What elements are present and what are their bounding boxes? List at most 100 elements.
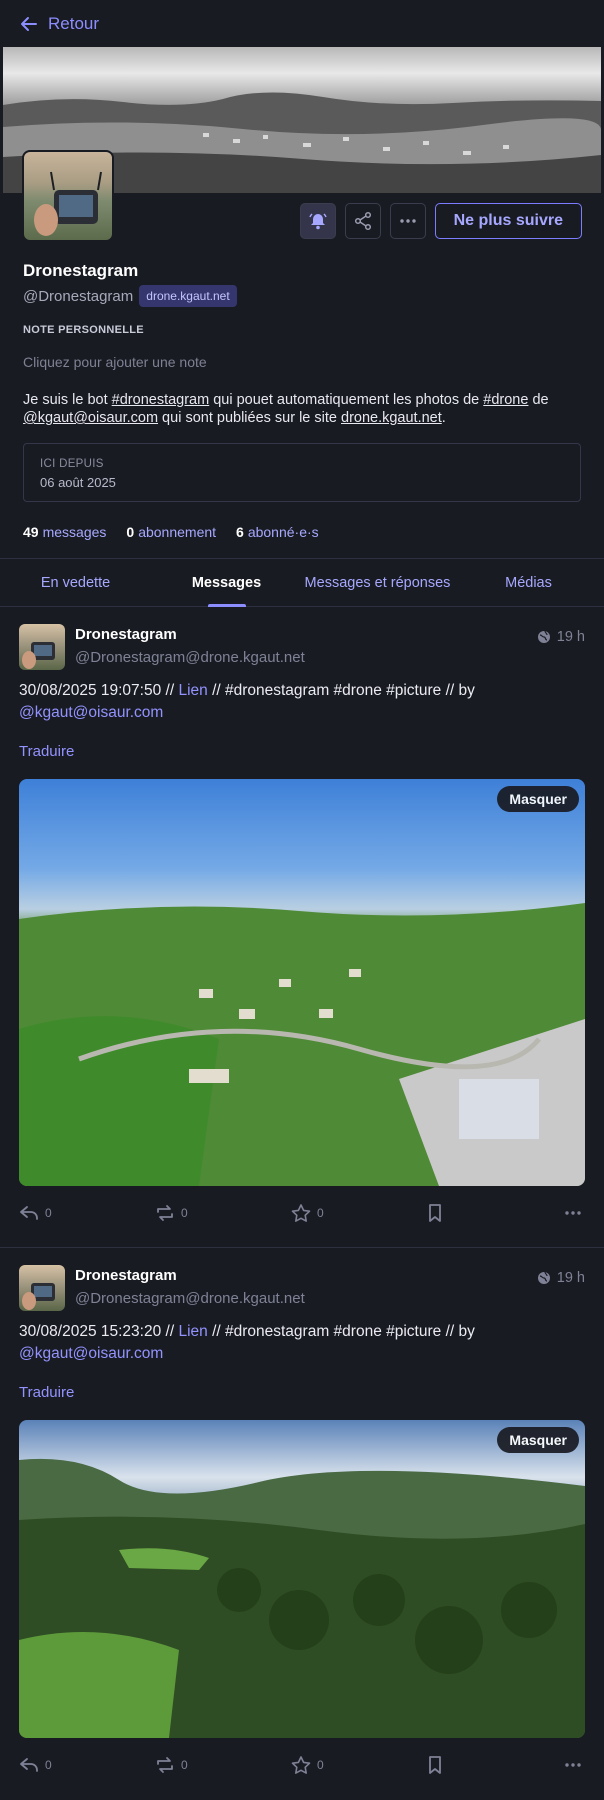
mention-link[interactable]: @kgaut@oisaur.com xyxy=(23,410,158,426)
tab-posts[interactable]: Messages xyxy=(151,559,302,606)
tab-media[interactable]: Médias xyxy=(453,559,604,606)
star-icon xyxy=(291,1756,311,1774)
profile-tabs: En vedette Messages Messages et réponses… xyxy=(0,558,604,607)
bell-ring-icon xyxy=(308,213,327,230)
top-bar: Retour xyxy=(0,0,604,47)
bookmark-icon xyxy=(429,1204,441,1222)
translate-button[interactable]: Traduire xyxy=(19,1384,74,1401)
boost-count: 0 xyxy=(181,1206,188,1220)
hashtag-link[interactable]: #dronestagram xyxy=(112,392,210,408)
domain-badge[interactable]: drone.kgaut.net xyxy=(139,285,237,307)
personal-note-label: NOTE PERSONNELLE xyxy=(23,324,144,336)
profile-handle-row: @Dronestagram drone.kgaut.net xyxy=(23,285,237,307)
post[interactable]: Dronestagram @Dronestagram@drone.kgaut.n… xyxy=(0,1249,604,1800)
favourite-count: 0 xyxy=(317,1206,324,1220)
post-avatar[interactable] xyxy=(19,624,65,670)
post-text: 30/08/2025 15:23:20 // xyxy=(19,1323,179,1340)
post-text: 30/08/2025 19:07:50 // xyxy=(19,682,179,699)
post-time[interactable]: 19 h xyxy=(557,1270,585,1286)
post-author-name[interactable]: Dronestagram xyxy=(75,1267,177,1284)
post-more-button[interactable] xyxy=(563,1204,583,1222)
post-author-handle: @Dronestagram@drone.kgaut.net xyxy=(75,649,305,666)
post-link[interactable]: Lien xyxy=(178,1323,207,1340)
post-content: 30/08/2025 15:23:20 // Lien // #dronesta… xyxy=(19,1321,579,1365)
following-count-label: abonnement xyxy=(138,524,217,540)
reply-button[interactable]: 0 xyxy=(19,1204,52,1222)
reply-icon xyxy=(20,1206,38,1220)
bookmark-button[interactable] xyxy=(427,1756,443,1774)
bio-text: qui pouet automatiquement les photos de xyxy=(209,392,484,408)
share-button[interactable] xyxy=(344,203,381,239)
hashtag-link[interactable]: #drone xyxy=(483,392,528,408)
boost-icon xyxy=(157,1205,173,1221)
globe-icon xyxy=(537,630,550,643)
joined-date: 06 août 2025 xyxy=(40,475,116,490)
unfollow-button[interactable]: Ne plus suivre xyxy=(434,203,582,239)
posts-count[interactable]: 49 messages xyxy=(23,524,106,540)
boost-button[interactable]: 0 xyxy=(155,1204,188,1222)
boost-icon xyxy=(157,1757,173,1773)
boost-count: 0 xyxy=(181,1758,188,1772)
star-icon xyxy=(291,1204,311,1222)
post-time[interactable]: 19 h xyxy=(557,629,585,645)
profile-bio: Je suis le bot #dronestagram qui pouet a… xyxy=(23,391,583,427)
ellipsis-icon xyxy=(565,1763,581,1767)
following-count-value: 0 xyxy=(126,524,135,540)
post-meta: 19 h xyxy=(537,629,585,645)
reply-icon xyxy=(20,1758,38,1772)
ellipsis-icon xyxy=(565,1211,581,1215)
posts-count-value: 49 xyxy=(23,524,39,540)
favourite-button[interactable]: 0 xyxy=(291,1204,324,1222)
back-button[interactable]: Retour xyxy=(20,14,99,34)
post-content: 30/08/2025 19:07:50 // Lien // #dronesta… xyxy=(19,680,579,724)
bookmark-icon xyxy=(429,1756,441,1774)
bio-text: Je suis le bot xyxy=(23,392,112,408)
tab-posts-and-replies[interactable]: Messages et réponses xyxy=(302,559,453,606)
favourite-button[interactable]: 0 xyxy=(291,1756,324,1774)
ellipsis-icon xyxy=(399,219,416,223)
back-label: Retour xyxy=(48,13,100,33)
post-text: // #dronestagram #drone #picture // by xyxy=(207,1323,475,1340)
followers-count-value: 6 xyxy=(236,524,244,540)
post-link[interactable]: Lien xyxy=(178,682,207,699)
post-media-image[interactable]: Masquer xyxy=(19,1420,585,1738)
mention-link[interactable]: @kgaut@oisaur.com xyxy=(19,1345,163,1362)
hide-media-button[interactable]: Masquer xyxy=(497,786,579,812)
followers-count[interactable]: 6 abonné·e·s xyxy=(236,524,319,540)
following-count[interactable]: 0 abonnement xyxy=(126,524,216,540)
post-avatar[interactable] xyxy=(19,1265,65,1311)
post[interactable]: Dronestagram @Dronestagram@drone.kgaut.n… xyxy=(0,608,604,1248)
profile-handle: @Dronestagram xyxy=(23,287,134,305)
share-icon xyxy=(354,211,371,231)
more-options-button[interactable] xyxy=(389,203,426,239)
arrow-left-icon xyxy=(21,16,37,31)
bio-text: . xyxy=(441,410,446,426)
site-link[interactable]: drone.kgaut.net xyxy=(341,410,442,426)
boost-button[interactable]: 0 xyxy=(155,1756,188,1774)
tab-featured[interactable]: En vedette xyxy=(0,559,151,606)
post-media-image[interactable]: Masquer xyxy=(19,779,585,1186)
post-meta: 19 h xyxy=(537,1270,585,1286)
translate-button[interactable]: Traduire xyxy=(19,743,74,760)
post-author-name[interactable]: Dronestagram xyxy=(75,626,177,643)
followers-count-label: abonné·e·s xyxy=(247,524,319,540)
profile-display-name: Dronestagram xyxy=(23,261,139,280)
hide-media-button[interactable]: Masquer xyxy=(497,1427,579,1453)
personal-note-input[interactable]: Cliquez pour ajouter une note xyxy=(23,354,207,370)
bio-text: qui sont publiées sur le site xyxy=(158,410,341,426)
mention-link[interactable]: @kgaut@oisaur.com xyxy=(19,704,163,721)
notify-button[interactable] xyxy=(299,203,336,239)
post-more-button[interactable] xyxy=(563,1756,583,1774)
reply-count: 0 xyxy=(45,1206,52,1220)
favourite-count: 0 xyxy=(317,1758,324,1772)
posts-count-label: messages xyxy=(42,524,107,540)
profile-avatar xyxy=(22,150,114,242)
post-text: // #dronestagram #drone #picture // by xyxy=(207,682,475,699)
joined-label: ICI DEPUIS xyxy=(40,458,104,470)
globe-icon xyxy=(537,1271,550,1284)
profile-actions: Ne plus suivre xyxy=(299,203,582,239)
profile-counts: 49 messages 0 abonnement 6 abonné·e·s xyxy=(23,524,319,540)
reply-button[interactable]: 0 xyxy=(19,1756,52,1774)
bookmark-button[interactable] xyxy=(427,1204,443,1222)
joined-date-box: ICI DEPUIS 06 août 2025 xyxy=(23,443,581,502)
